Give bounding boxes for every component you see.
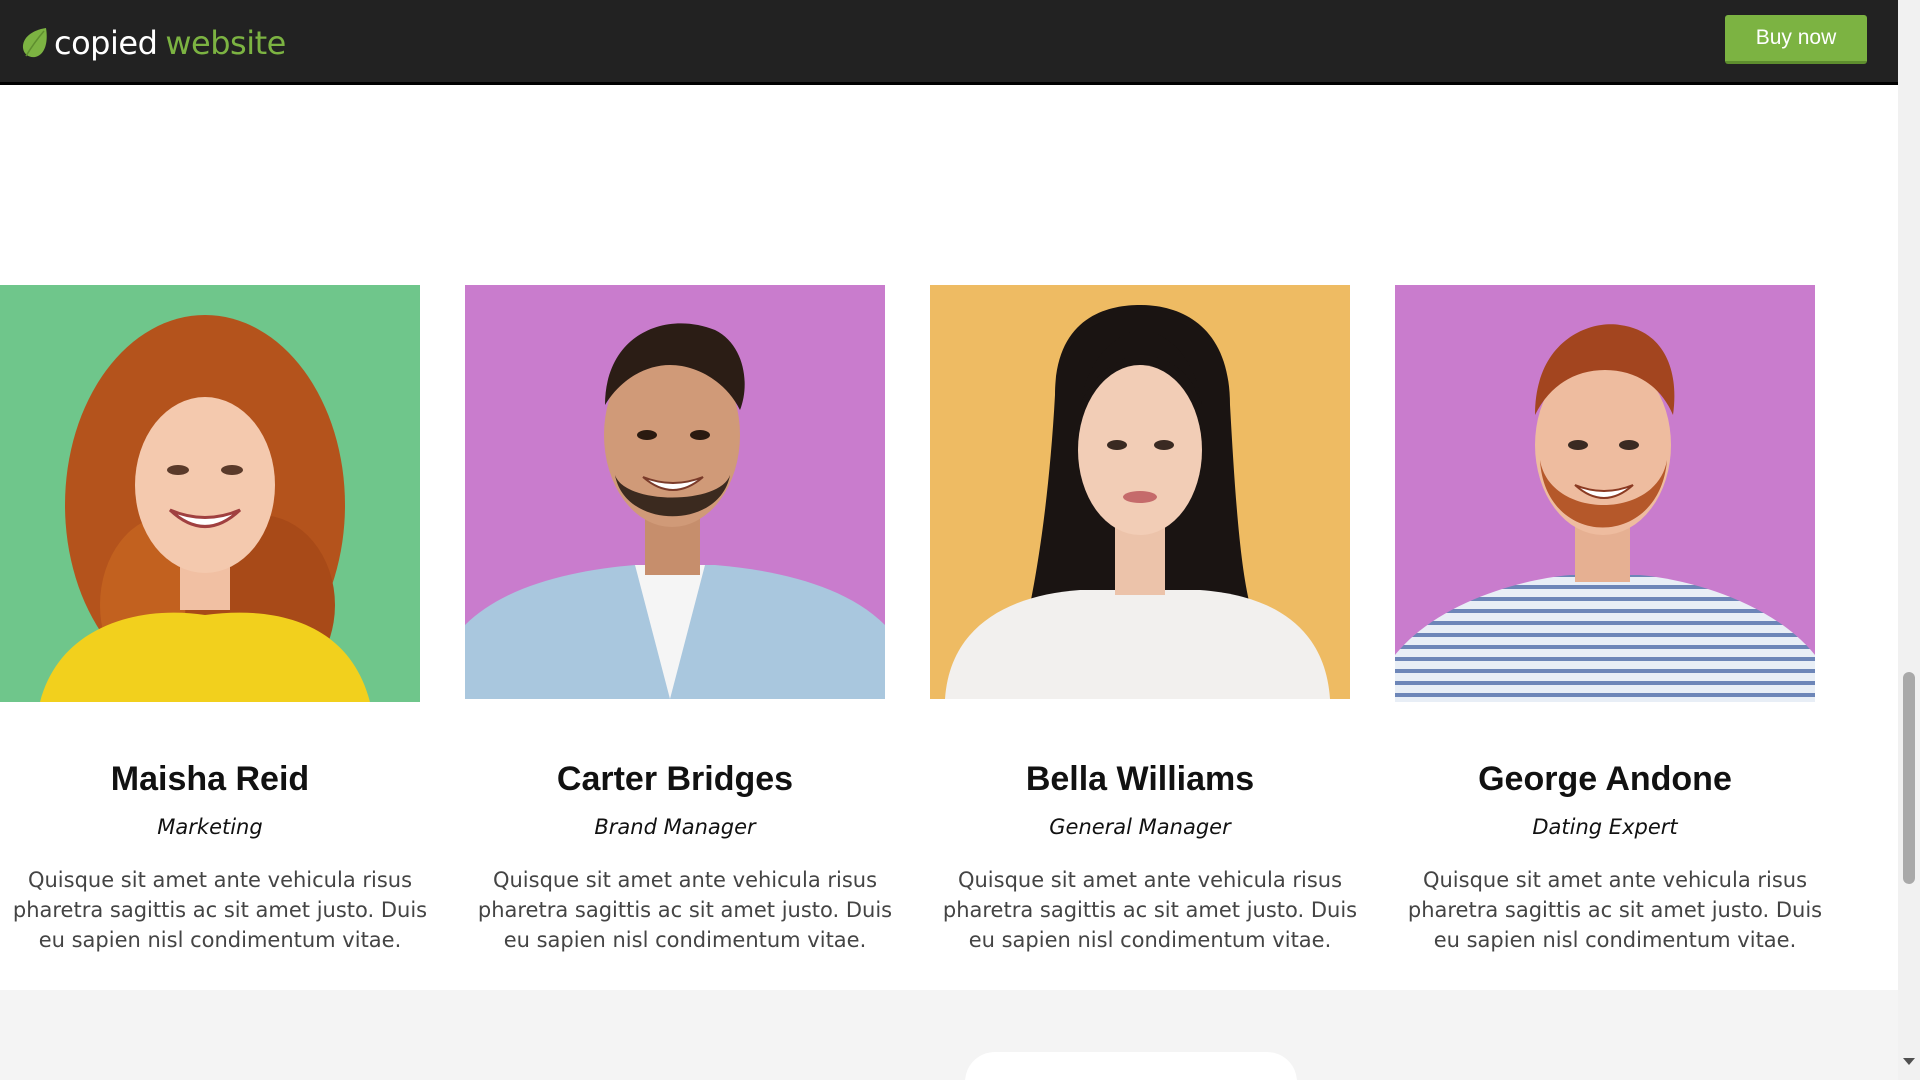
team-member-description: Quisque sit amet ante vehicula risus pha… (12, 868, 428, 952)
page: copied website Buy now Maisha Reid Marke… (0, 0, 1920, 1080)
scrollbar-thumb[interactable] (1903, 672, 1915, 884)
team-card-george-andone: George Andone Dating Expert Quisque sit … (1395, 285, 1822, 952)
scroll-down-arrow-icon[interactable] (1903, 1058, 1915, 1065)
team-member-description: Quisque sit amet ante vehicula risus pha… (477, 868, 893, 952)
team-photo (465, 285, 885, 699)
team-section: Maisha Reid Marketing Quisque sit amet a… (0, 85, 1898, 990)
next-section-card (965, 1052, 1297, 1080)
leaf-icon (22, 28, 47, 58)
team-member-name: Carter Bridges (556, 760, 794, 798)
team-member-role: Brand Manager (594, 815, 756, 839)
team-member-name: George Andone (1478, 760, 1732, 798)
team-member-role: Dating Expert (1532, 815, 1678, 839)
team-member-description: Quisque sit amet ante vehicula risus pha… (942, 868, 1358, 952)
team-card-bella-williams: Bella Williams General Manager Quisque s… (930, 285, 1357, 952)
team-photo (0, 285, 420, 702)
team-member-name: Bella Williams (1025, 760, 1255, 798)
team-member-description: Quisque sit amet ante vehicula risus pha… (1407, 868, 1823, 952)
logo-word-website: website (165, 24, 286, 62)
team-card-maisha-reid: Maisha Reid Marketing Quisque sit amet a… (0, 285, 427, 952)
team-member-role: Marketing (157, 815, 263, 839)
logo-word-copied: copied (54, 24, 158, 62)
team-photo (930, 285, 1350, 699)
team-photo (1395, 285, 1815, 702)
team-card-carter-bridges: Carter Bridges Brand Manager Quisque sit… (465, 285, 892, 952)
next-section (0, 990, 1898, 1080)
person-photo-george-andone (1395, 285, 1815, 702)
team-member-role: General Manager (1049, 815, 1231, 839)
team-member-name: Maisha Reid (110, 760, 310, 798)
vertical-scrollbar[interactable] (1898, 0, 1920, 1080)
person-photo-carter-bridges (465, 285, 885, 699)
buy-now-button[interactable]: Buy now (1725, 15, 1867, 64)
site-logo[interactable]: copied website (20, 20, 286, 66)
site-header: copied website Buy now (0, 0, 1898, 85)
person-photo-maisha-reid (0, 285, 420, 702)
person-photo-bella-williams (930, 285, 1350, 699)
